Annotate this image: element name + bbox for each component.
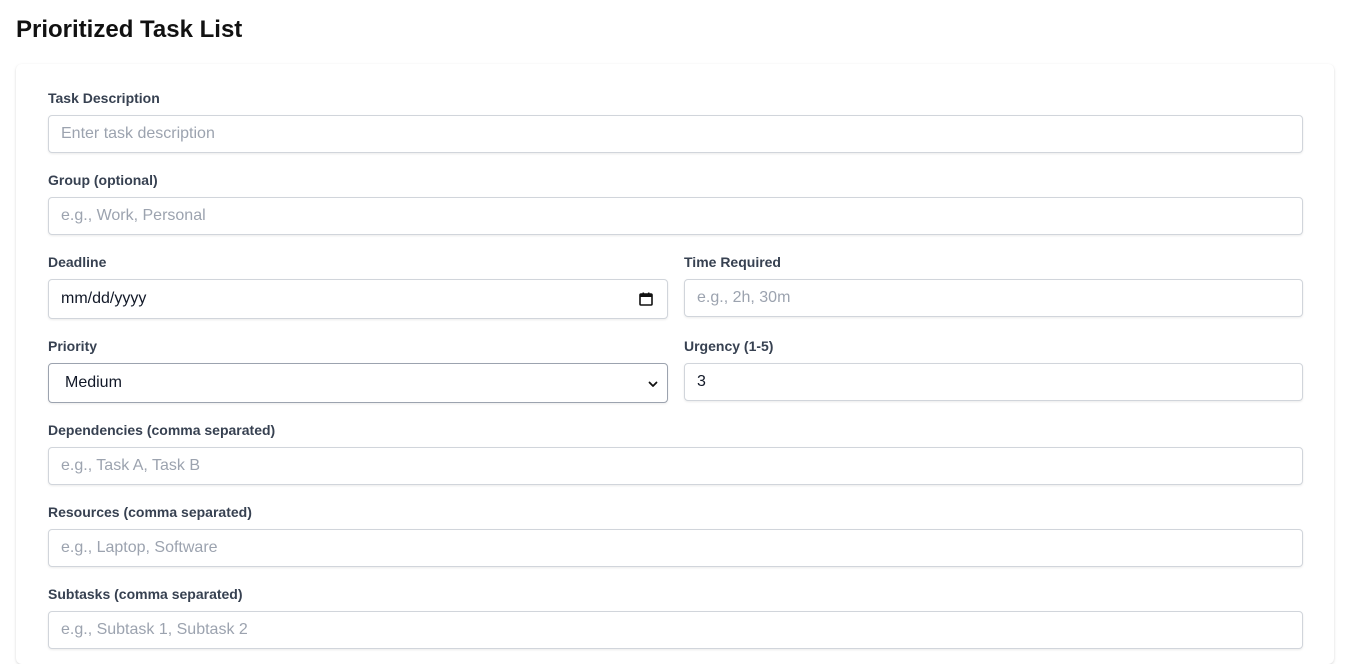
priority-label: Priority: [48, 338, 98, 354]
page-title: Prioritized Task List: [16, 16, 243, 43]
priority-selected-value: Medium: [65, 374, 122, 391]
dependencies-field: Dependencies (comma separated): [48, 420, 1303, 485]
group-input[interactable]: [48, 197, 1303, 235]
urgency-input[interactable]: [684, 363, 1303, 401]
group-field: Group (optional): [48, 170, 1303, 235]
dependencies-label: Dependencies (comma separated): [48, 422, 276, 438]
time-required-input[interactable]: [684, 279, 1303, 317]
deadline-field: Deadline mm/dd/yyyy: [48, 252, 668, 319]
dependencies-input[interactable]: [48, 447, 1303, 485]
deadline-date-text: mm/dd/yyyy: [61, 290, 147, 307]
priority-field: Priority Medium: [48, 336, 668, 403]
task-description-field: Task Description: [48, 88, 1303, 153]
urgency-label: Urgency (1-5): [684, 338, 774, 354]
subtasks-input[interactable]: [48, 611, 1303, 649]
urgency-field: Urgency (1-5): [684, 336, 1303, 401]
task-description-label: Task Description: [48, 90, 160, 106]
priority-select[interactable]: Medium: [48, 363, 668, 403]
chevron-down-icon: [647, 377, 659, 389]
time-required-field: Time Required: [684, 252, 1303, 317]
task-description-input[interactable]: [48, 115, 1303, 153]
subtasks-label: Subtasks (comma separated): [48, 586, 243, 602]
group-label: Group (optional): [48, 172, 158, 188]
subtasks-field: Subtasks (comma separated): [48, 584, 1303, 649]
time-required-label: Time Required: [684, 254, 781, 270]
resources-label: Resources (comma separated): [48, 504, 252, 520]
calendar-icon[interactable]: [639, 292, 653, 306]
task-form-card: Task Description Group (optional) Deadli…: [16, 64, 1334, 664]
deadline-date-input[interactable]: mm/dd/yyyy: [48, 279, 668, 319]
resources-field: Resources (comma separated): [48, 502, 1303, 567]
deadline-label: Deadline: [48, 254, 107, 270]
resources-input[interactable]: [48, 529, 1303, 567]
